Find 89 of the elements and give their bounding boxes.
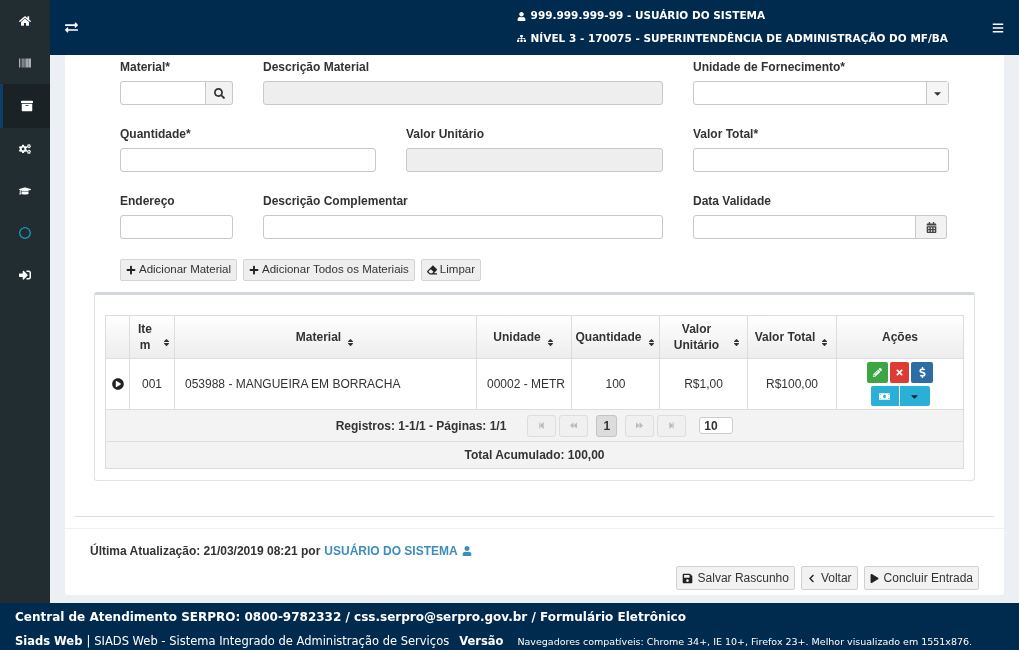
graduation-cap-icon [19, 185, 31, 197]
system-description: SIADS Web - Sistema Integrado de Administração de Serviços [94, 633, 450, 650]
column-header[interactable]: Valor Total [748, 316, 837, 358]
sitemap-icon [516, 34, 526, 44]
pencil-icon [873, 368, 882, 377]
last-update-text: Última Atualização: 21/03/2019 08:21 por [90, 542, 321, 560]
field-label: Data Validade [693, 194, 773, 208]
last-page-icon [668, 422, 676, 429]
save-icon [681, 572, 693, 584]
table-cell-text: 100 [605, 376, 626, 393]
search-icon [213, 87, 225, 99]
sidebar-item[interactable] [0, 84, 50, 128]
column-header[interactable]: Item [130, 316, 175, 358]
edit-button[interactable] [867, 362, 888, 383]
home-icon [19, 15, 31, 27]
column-header: Ações [881, 329, 919, 346]
action-button[interactable]: Voltar [800, 566, 858, 590]
search-button[interactable] [206, 81, 233, 105]
field-label: Quantidade* [120, 127, 192, 141]
field-label: Endereço [120, 194, 176, 208]
column-header[interactable]: Valor Unitário [660, 316, 748, 358]
text-field[interactable] [263, 215, 663, 239]
chevron-left-icon [806, 573, 816, 583]
sort-icon[interactable] [545, 338, 555, 347]
plus-icon [126, 265, 136, 275]
user-info: 999.999.999-99 - USUÁRIO DO SISTEMA [530, 8, 766, 24]
calendar-icon [925, 221, 937, 233]
delete-button[interactable] [890, 362, 909, 383]
swap-arrows-icon[interactable] [65, 21, 78, 34]
form-button[interactable]: Adicionar Todos os Materiais [243, 259, 415, 281]
text-field[interactable] [120, 215, 233, 239]
gears-icon [19, 143, 31, 155]
records-summary: Registros: 1-1/1 - Páginas: 1/1 [335, 417, 507, 435]
eraser-icon [426, 265, 437, 275]
accumulated-total: Total Acumulado: 100,00 [464, 447, 605, 464]
field-label: Descrição Complementar [263, 194, 409, 208]
fast-forward-icon [636, 422, 644, 429]
contact-info: Central de Atendimento SERPRO: 0800-9782332 / css.serpro@serpro.gov.br / Formulário Eletrônico [15, 609, 687, 626]
form-button[interactable]: Adicionar Material [120, 259, 238, 281]
browser-info: Navegadores compatíveis: Chrome 34+, IE 10+, Firefox 23+. Melhor visualizado em 1551x876. [517, 635, 973, 649]
separator: | [86, 633, 91, 650]
price-button[interactable] [911, 362, 933, 383]
table-cell-text: R$1,00 [684, 376, 723, 393]
table-cell-text: 053988 - MANGUEIRA EM BORRACHA [185, 376, 401, 393]
sort-icon[interactable] [162, 338, 171, 347]
action-button[interactable]: Concluir Entrada [863, 566, 979, 590]
form-button[interactable]: Limpar [420, 259, 481, 281]
banknote-icon [879, 390, 890, 402]
calendar-button[interactable] [916, 215, 947, 239]
column-header[interactable]: Unidade [477, 316, 572, 358]
sort-icon[interactable] [646, 338, 656, 347]
first-page-icon [538, 422, 546, 429]
page-size-select[interactable]: 10 [699, 417, 734, 434]
field-label: Valor Total* [693, 127, 760, 141]
sort-icon[interactable] [731, 338, 741, 347]
menu-icon[interactable] [992, 21, 1004, 34]
sign-in-icon [19, 269, 31, 281]
field-label: Material* [120, 60, 172, 74]
date-field[interactable] [693, 215, 916, 239]
plus-icon [249, 265, 260, 275]
play-icon [869, 573, 879, 583]
text-field[interactable] [120, 148, 376, 172]
sort-icon[interactable] [820, 338, 830, 347]
archive-icon [20, 100, 33, 112]
field-label: Valor Unitário [406, 127, 486, 141]
unit-info: NÍVEL 3 - 170075 - SUPERINTENDÊNCIA DE ADMINISTRAÇÃO DO MF/BA [530, 31, 948, 46]
app-name: Siads Web [15, 633, 83, 650]
barcode-icon [19, 57, 31, 69]
expand-row-icon[interactable] [111, 378, 124, 390]
table-cell-text: R$100,00 [765, 376, 818, 393]
user-icon [516, 11, 526, 21]
field-label: Unidade de Fornecimento* [693, 60, 847, 74]
version-label: Versão [459, 633, 504, 650]
material-field[interactable] [120, 81, 206, 105]
close-icon [895, 368, 904, 377]
column-header[interactable]: Quantidade [572, 316, 660, 358]
field-label: Descrição Material [263, 60, 371, 74]
select-field[interactable] [693, 81, 949, 105]
dropdown-button[interactable] [899, 386, 930, 406]
table-cell-text: 00002 - METR [487, 376, 566, 393]
column-header[interactable]: Material [175, 316, 477, 358]
rewind-icon [570, 422, 578, 429]
action-button[interactable]: Salvar Rascunho [675, 566, 795, 590]
table-cell-text: 001 [142, 376, 162, 393]
page-button[interactable]: 1 [596, 414, 618, 437]
sort-icon[interactable] [346, 338, 356, 347]
text-field[interactable] [693, 148, 949, 172]
user-link[interactable]: USUÁRIO DO SISTEMA [324, 542, 458, 560]
user-icon [461, 546, 472, 556]
